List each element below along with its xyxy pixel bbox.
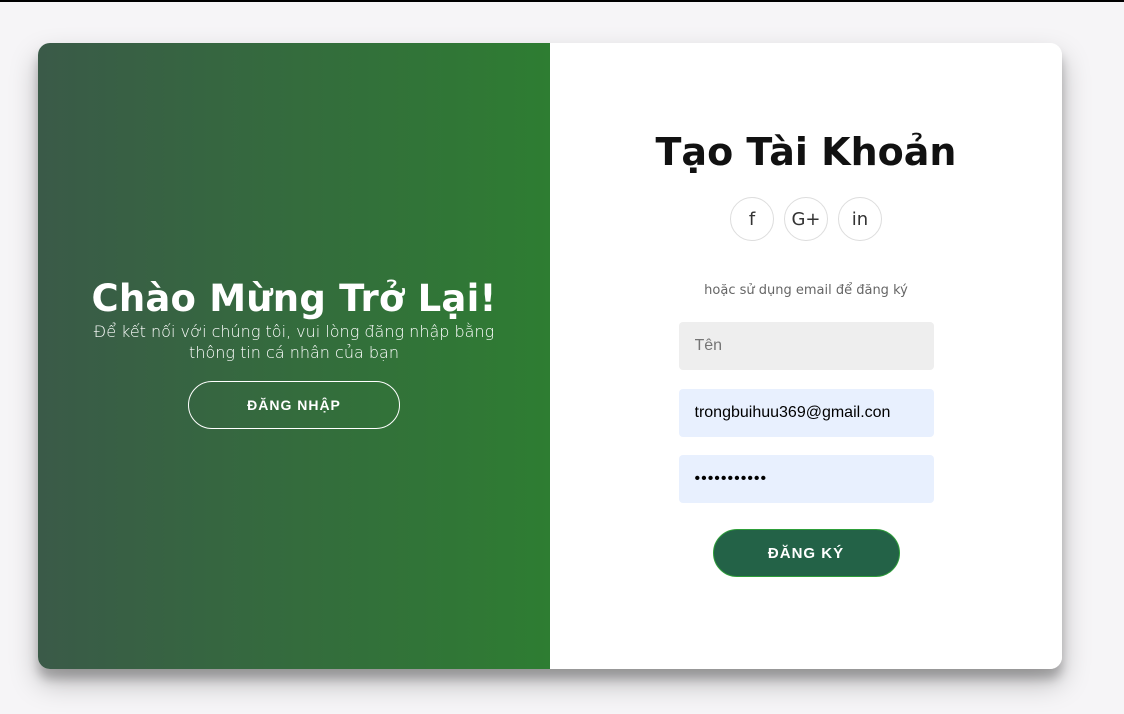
password-field[interactable]	[678, 455, 934, 503]
welcome-title: Chào Mừng Trở Lại!	[91, 277, 497, 320]
form-title: Tạo Tài Khoản	[655, 130, 957, 174]
name-field[interactable]	[678, 322, 934, 370]
top-border	[0, 0, 1124, 2]
linkedin-icon[interactable]: in	[838, 197, 882, 241]
login-button[interactable]: ĐĂNG NHẬP	[188, 381, 400, 429]
signup-form: Tạo Tài Khoản f G+ in hoặc sử dụng email…	[550, 43, 1062, 669]
email-field[interactable]	[678, 389, 934, 437]
google-plus-icon[interactable]: G+	[784, 197, 828, 241]
social-buttons: f G+ in	[730, 197, 882, 241]
signup-button[interactable]: ĐĂNG KÝ	[712, 529, 900, 577]
welcome-panel: Chào Mừng Trở Lại! Để kết nối với chúng …	[38, 43, 550, 669]
facebook-icon[interactable]: f	[730, 197, 774, 241]
alt-signup-text: hoặc sử dụng email để đăng ký	[704, 283, 908, 298]
auth-card: Chào Mừng Trở Lại! Để kết nối với chúng …	[38, 43, 1062, 669]
welcome-text: Để kết nối với chúng tôi, vui lòng đăng …	[93, 322, 495, 362]
